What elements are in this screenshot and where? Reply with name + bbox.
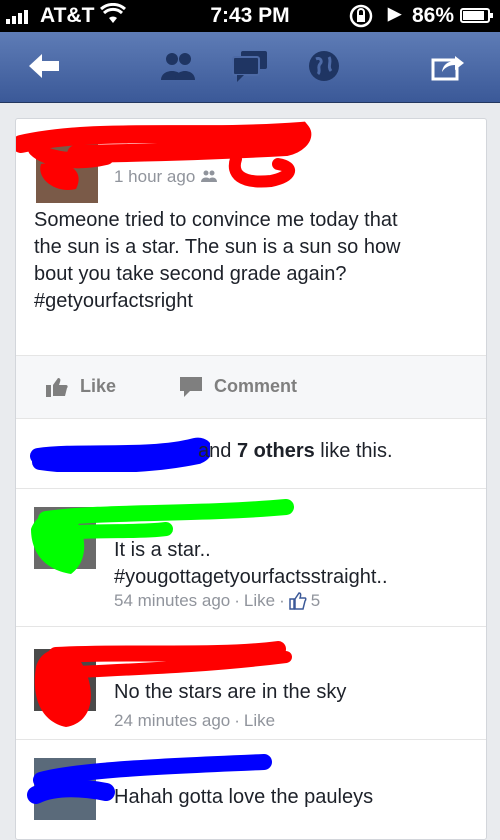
friends-icon[interactable] — [158, 46, 198, 86]
comment-button[interactable]: Comment — [180, 376, 297, 397]
post-hashtag[interactable]: #getyourfactsright — [34, 288, 454, 315]
comment-likes-count[interactable]: 5 — [311, 591, 320, 611]
comment-line: It is a star.. — [114, 539, 211, 561]
comment-meta: 24 minutes ago · Like — [114, 711, 275, 731]
likes-prefix: and — [198, 440, 237, 462]
rotation-lock-icon — [348, 3, 374, 35]
post-line: Someone tried to convince me today that — [34, 209, 398, 231]
thumbs-up-outline-icon — [289, 592, 307, 610]
comment-text: It is a star.. #yougottagetyourfactsstra… — [114, 537, 388, 591]
comment-text: No the stars are in the sky — [114, 679, 346, 706]
comment-label: Comment — [214, 376, 298, 396]
facebook-nav-bar — [0, 32, 500, 103]
post-card: 1 hour ago Someone tried to convince me … — [15, 118, 487, 840]
redacted-liker-scribble — [30, 437, 210, 472]
comment-time: 24 minutes ago — [114, 711, 231, 730]
comment-text: Hahah gotta love the pauleys — [114, 784, 373, 811]
likes-suffix: like this. — [314, 440, 393, 462]
likes-count[interactable]: 7 others — [237, 440, 315, 462]
share-icon[interactable] — [428, 46, 468, 86]
comment-time: 54 minutes ago — [114, 591, 231, 610]
battery-percent: 86% — [412, 4, 455, 27]
comment-line: No the stars are in the sky — [114, 681, 347, 703]
redacted-author-scribble — [16, 121, 312, 190]
messages-icon[interactable] — [230, 46, 270, 86]
like-label: Like — [80, 376, 117, 396]
back-arrow-icon[interactable] — [24, 46, 64, 86]
location-icon: ▶ — [388, 4, 402, 23]
thumbs-up-icon — [46, 377, 68, 397]
meta-separator: · — [279, 591, 285, 610]
likes-text: and 7 others like this. — [198, 440, 393, 463]
post-meta: 1 hour ago — [114, 167, 218, 187]
comment-meta: 54 minutes ago · Like · 5 — [114, 591, 320, 611]
audience-friends-icon — [201, 167, 218, 187]
battery-icon — [460, 8, 493, 23]
likes-summary[interactable]: and 7 others like this. — [16, 418, 486, 489]
comment-item: Hahah gotta love the pauleys — [16, 740, 486, 840]
comment-bubble-icon — [180, 376, 202, 397]
comment-like-link[interactable]: Like — [244, 591, 275, 611]
status-bar: AT&T 7:43 PM ▶ 86% — [0, 0, 500, 32]
comment-line: #yougottagetyourfactsstraight.. — [114, 566, 388, 588]
post-line: the sun is a star. The sun is a sun so h… — [34, 236, 401, 258]
comment-line: Hahah gotta love the pauleys — [114, 786, 374, 808]
comment-item: It is a star.. #yougottagetyourfactsstra… — [16, 489, 486, 627]
post-line: bout you take second grade again? — [34, 263, 347, 285]
like-button[interactable]: Like — [46, 376, 116, 397]
meta-separator: · — [234, 591, 240, 610]
globe-icon[interactable] — [304, 46, 344, 86]
post-time[interactable]: 1 hour ago — [114, 167, 195, 187]
meta-separator: · — [234, 711, 240, 730]
post-text: Someone tried to convince me today that … — [34, 207, 454, 315]
post-actions-bar: Like Comment — [16, 355, 486, 419]
comment-like-link[interactable]: Like — [244, 711, 275, 731]
comment-item: No the stars are in the sky 24 minutes a… — [16, 627, 486, 740]
